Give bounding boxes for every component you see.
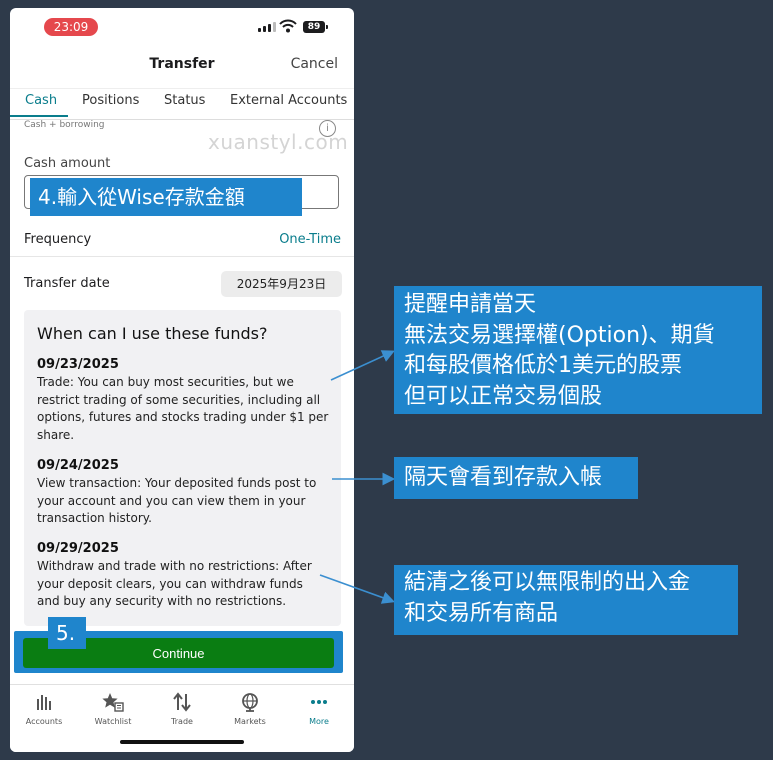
navigation-bar: Transfer Cancel xyxy=(10,52,354,82)
star-list-icon xyxy=(83,691,143,713)
tab-external-accounts[interactable]: External Accounts xyxy=(230,93,347,108)
funds-entry: 09/24/2025 View transaction: Your deposi… xyxy=(37,458,329,528)
status-bar: 23:09 89 xyxy=(10,8,354,48)
funds-entry-date: 09/29/2025 xyxy=(37,541,119,556)
home-indicator xyxy=(120,740,244,744)
active-tab-indicator xyxy=(10,115,68,117)
tabbar-label: Watchlist xyxy=(94,717,132,726)
funds-availability-card: When can I use these funds? 09/23/2025 T… xyxy=(24,310,341,626)
step-5-annotation: 5. xyxy=(48,617,86,649)
tabbar-markets[interactable]: Markets xyxy=(220,691,280,726)
funds-entry: 09/23/2025 Trade: You can buy most secur… xyxy=(37,357,329,444)
callout-no-restrictions: 結清之後可以無限制的出入金 和交易所有商品 xyxy=(394,565,738,635)
funds-card-title: When can I use these funds? xyxy=(37,324,268,343)
callout-line: 和每股價格低於1美元的股票 xyxy=(404,353,682,378)
callout-deposit-posted: 隔天會看到存款入帳 xyxy=(394,457,638,499)
globe-icon xyxy=(220,691,280,713)
frequency-value[interactable]: One-Time xyxy=(279,232,341,247)
callout-line: 結清之後可以無限制的出入金 xyxy=(404,570,691,595)
status-time: 23:09 xyxy=(44,18,98,36)
step-4-annotation: 4.輸入從Wise存款金額 xyxy=(30,178,302,216)
funds-entry: 09/29/2025 Withdraw and trade with no re… xyxy=(37,541,329,611)
callout-line: 無法交易選擇權(Option)、期貨 xyxy=(404,322,715,348)
funds-entry-text: Withdraw and trade with no restrictions:… xyxy=(37,559,312,608)
cancel-button[interactable]: Cancel xyxy=(291,56,338,72)
bar-chart-icon xyxy=(14,691,74,713)
transfer-date-label: Transfer date xyxy=(24,276,110,291)
callout-trading-restrictions: 提醒申請當天 無法交易選擇權(Option)、期貨 和每股價格低於1美元的股票 … xyxy=(394,286,762,414)
tab-positions[interactable]: Positions xyxy=(82,93,139,108)
tabbar-watchlist[interactable]: Watchlist xyxy=(83,691,143,726)
phone-screen: 23:09 89 Transfer Cancel Cash Positions … xyxy=(10,8,354,752)
battery-icon: 89 xyxy=(303,21,328,33)
divider xyxy=(10,256,354,257)
more-dots-icon xyxy=(289,691,349,713)
callout-line: 和交易所有商品 xyxy=(404,600,559,626)
wifi-icon xyxy=(279,19,297,33)
tab-cash[interactable]: Cash xyxy=(25,93,57,108)
watermark: xuanstyl.com xyxy=(208,130,349,154)
tab-bar-top: Cash Positions Status External Accounts xyxy=(10,88,354,120)
tabbar-label: Accounts xyxy=(25,717,63,726)
tabbar-accounts[interactable]: Accounts xyxy=(14,691,74,726)
up-down-arrows-icon xyxy=(152,691,212,713)
cash-amount-label: Cash amount xyxy=(24,156,111,171)
frequency-label: Frequency xyxy=(24,232,92,247)
callout-line: 但可以正常交易個股 xyxy=(404,383,603,409)
funds-entry-text: Trade: You can buy most securities, but … xyxy=(37,375,329,442)
callout-line: 提醒申請當天 xyxy=(404,292,537,317)
funds-entry-text: View transaction: Your deposited funds p… xyxy=(37,476,317,525)
tabbar-trade[interactable]: Trade xyxy=(152,691,212,726)
tabbar-more[interactable]: More xyxy=(289,691,349,726)
tabbar-label: Markets xyxy=(234,717,266,726)
tab-status[interactable]: Status xyxy=(164,93,205,108)
tabbar-label: More xyxy=(309,717,329,726)
tabbar-label: Trade xyxy=(171,717,193,726)
funds-entry-date: 09/23/2025 xyxy=(37,357,119,372)
funds-entry-date: 09/24/2025 xyxy=(37,458,119,473)
transfer-date-picker[interactable]: 2025年9月23日 xyxy=(221,271,342,297)
cash-borrowing-label: Cash + borrowing xyxy=(24,120,105,130)
cellular-signal-icon xyxy=(258,22,276,32)
